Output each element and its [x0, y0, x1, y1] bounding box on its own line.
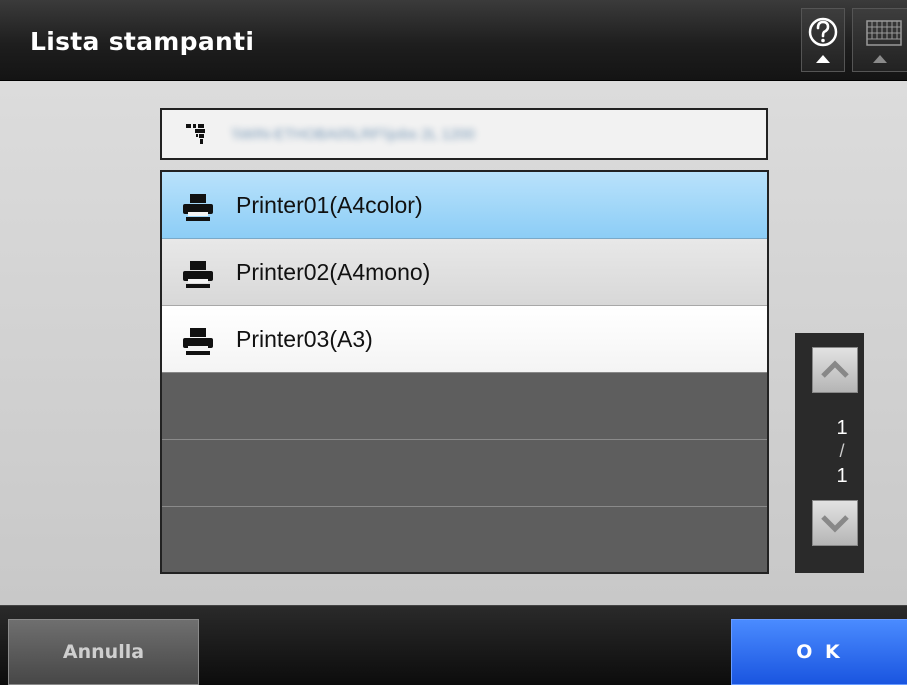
- chevron-down-icon: [821, 515, 849, 533]
- empty-row: [162, 373, 767, 440]
- empty-row: [162, 440, 767, 507]
- pager: 1 / 1: [795, 333, 864, 573]
- footer-bar: Annulla O K: [0, 605, 907, 685]
- printer-row-3[interactable]: Printer03(A3): [162, 306, 767, 373]
- keyboard-button[interactable]: [852, 8, 907, 72]
- printer-list[interactable]: Printer01(A4color) Printer02(A4mono) Pri…: [160, 170, 769, 574]
- help-icon: [808, 17, 838, 47]
- page-title: Lista stampanti: [30, 27, 255, 56]
- printer-row-1[interactable]: Printer01(A4color): [162, 172, 767, 239]
- help-button[interactable]: [801, 8, 845, 72]
- page-separator: /: [839, 441, 845, 461]
- empty-row: [162, 507, 767, 572]
- ok-button[interactable]: O K: [731, 619, 907, 685]
- printer-icon: [183, 328, 213, 355]
- keyboard-expand-indicator: [873, 55, 887, 63]
- print-server-box: \\WIN-ETHOBA05LRF\\jobs 2L 1200: [160, 108, 768, 160]
- print-server-name: \\WIN-ETHOBA05LRF\\jobs 2L 1200: [232, 126, 475, 143]
- page-up-button[interactable]: [812, 347, 858, 393]
- printer-icon: [183, 261, 213, 288]
- printer-label: Printer01(A4color): [236, 192, 423, 218]
- page-down-button[interactable]: [812, 500, 858, 546]
- title-bar: Lista stampanti: [0, 0, 907, 81]
- cancel-button[interactable]: Annulla: [8, 619, 199, 685]
- keyboard-icon: [866, 20, 902, 46]
- network-device-icon: [186, 124, 205, 144]
- printer-row-2[interactable]: Printer02(A4mono): [162, 239, 767, 306]
- current-page: 1: [836, 417, 848, 439]
- printer-icon: [183, 194, 213, 221]
- help-expand-indicator: [816, 55, 830, 63]
- printer-label: Printer02(A4mono): [236, 259, 431, 285]
- total-pages: 1: [836, 465, 848, 487]
- chevron-up-icon: [821, 360, 849, 378]
- printer-label: Printer03(A3): [236, 326, 373, 352]
